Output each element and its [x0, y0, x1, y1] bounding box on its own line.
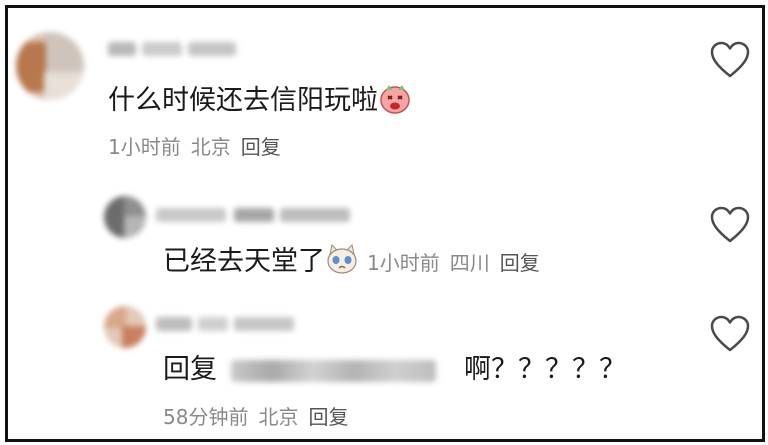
comment-panel: 什么时候还去信阳玩啦 1小时前 北京 回复 已经去天堂了 1小时前 四川 回复 …: [5, 5, 765, 442]
reply-button[interactable]: 回复: [241, 135, 281, 159]
username-blurred[interactable]: [156, 313, 296, 335]
red-face-emoji: [378, 81, 412, 115]
comment-text: 什么时候还去信阳玩啦: [108, 81, 412, 118]
reply-button[interactable]: 回复: [308, 405, 348, 429]
heart-outline-icon[interactable]: [710, 315, 750, 353]
comment-time: 1小时前: [367, 251, 440, 275]
comment-text: 已经去天堂了 1小时前 四川 回复: [163, 242, 550, 279]
reply-prefix: 回复: [163, 354, 217, 385]
avatar[interactable]: [104, 196, 146, 238]
avatar[interactable]: [16, 32, 84, 100]
crying-cat-emoji: [325, 242, 359, 276]
comment-meta: 1小时前 北京 回复: [108, 134, 291, 160]
username-blurred[interactable]: [108, 38, 238, 60]
reply-button[interactable]: 回复: [500, 251, 540, 275]
avatar[interactable]: [104, 306, 146, 348]
comment-time: 1小时前: [108, 135, 181, 159]
heart-outline-icon[interactable]: [710, 41, 750, 79]
username-blurred[interactable]: [156, 204, 356, 226]
heart-outline-icon[interactable]: [710, 206, 750, 244]
mentioned-user-blurred[interactable]: [231, 359, 436, 382]
comment-meta: 58分钟前 北京 回复: [163, 404, 358, 430]
comment-location: 四川: [449, 251, 490, 275]
comment-location: 北京: [258, 405, 299, 429]
comment-location: 北京: [190, 135, 231, 159]
comment-time: 58分钟前: [163, 405, 249, 429]
comment-text: 回复 啊？？？？？: [163, 354, 626, 385]
